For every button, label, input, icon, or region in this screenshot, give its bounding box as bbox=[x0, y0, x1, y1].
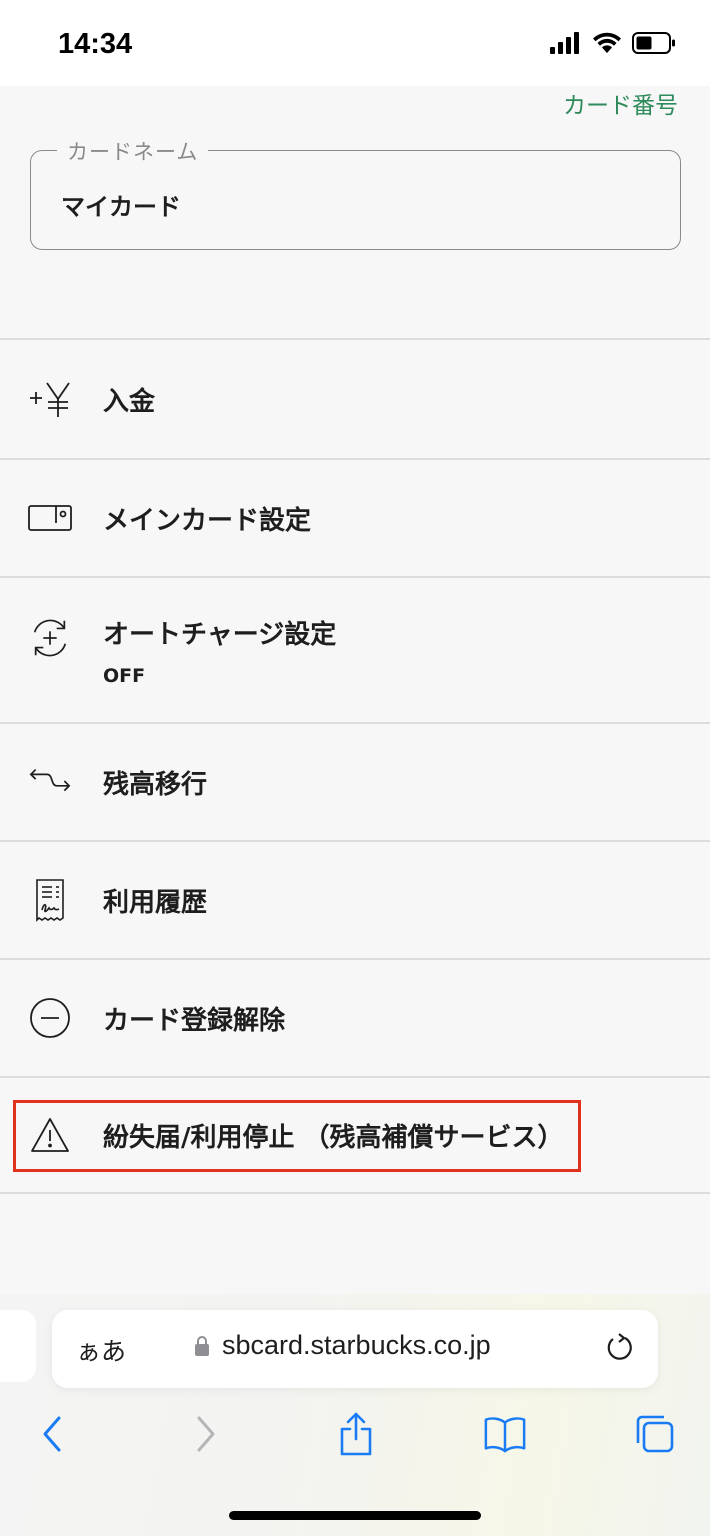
receipt-icon bbox=[28, 878, 72, 922]
browser-toolbar bbox=[0, 1404, 710, 1464]
cellular-signal-icon bbox=[550, 32, 579, 54]
tabs-icon[interactable] bbox=[633, 1412, 677, 1456]
status-icons bbox=[550, 32, 676, 54]
card-menu: 入金 メインカード設定 オートチャージ設定 OFF 残高移行 利用履歴 カード登… bbox=[0, 338, 710, 1194]
url-text: sbcard.starbucks.co.jp bbox=[222, 1330, 491, 1360]
share-icon[interactable] bbox=[334, 1412, 378, 1456]
reload-icon[interactable] bbox=[604, 1330, 636, 1368]
card-number-link[interactable]: カード番号 bbox=[563, 86, 678, 120]
transfer-arrows-icon bbox=[28, 760, 72, 804]
back-icon[interactable] bbox=[30, 1412, 74, 1456]
previous-tab-preview[interactable] bbox=[0, 1310, 36, 1382]
address-bar[interactable]: ぁあ sbcard.starbucks.co.jp bbox=[52, 1310, 658, 1388]
card-name-value: マイカード bbox=[61, 193, 181, 221]
menu-item-report-lost[interactable]: 紛失届/利用停止 （残高補償サービス） bbox=[0, 1076, 710, 1194]
menu-item-label: 入金 bbox=[103, 386, 156, 417]
wifi-icon bbox=[593, 32, 621, 53]
minus-circle-icon bbox=[28, 996, 72, 1040]
auto-charge-status: OFF bbox=[103, 665, 146, 687]
bookmarks-icon[interactable] bbox=[483, 1412, 527, 1456]
status-time: 14:34 bbox=[58, 28, 133, 60]
menu-item-label: 利用履歴 bbox=[103, 887, 208, 918]
menu-item-auto-charge[interactable]: オートチャージ設定 OFF bbox=[0, 576, 710, 722]
menu-item-usage-history[interactable]: 利用履歴 bbox=[0, 840, 710, 958]
menu-item-label: カード登録解除 bbox=[103, 1005, 286, 1036]
card-name-label: カードネーム bbox=[57, 136, 209, 166]
battery-icon bbox=[632, 32, 675, 54]
browser-bottom-bar: ぁあ sbcard.starbucks.co.jp bbox=[0, 1294, 710, 1536]
card-name-field[interactable]: カードネーム マイカード bbox=[30, 136, 681, 250]
menu-item-label: 残高移行 bbox=[103, 769, 208, 800]
auto-charge-icon bbox=[28, 616, 72, 660]
menu-item-label: オートチャージ設定 bbox=[103, 620, 337, 650]
menu-item-main-card[interactable]: メインカード設定 bbox=[0, 458, 710, 576]
home-indicator bbox=[229, 1511, 481, 1520]
menu-item-unregister-card[interactable]: カード登録解除 bbox=[0, 958, 710, 1076]
forward-icon[interactable] bbox=[184, 1412, 228, 1456]
lock-icon bbox=[194, 1335, 210, 1361]
yen-plus-icon bbox=[28, 377, 72, 421]
card-icon bbox=[28, 496, 72, 540]
menu-item-label: メインカード設定 bbox=[103, 505, 312, 536]
menu-item-label: 紛失届/利用停止 （残高補償サービス） bbox=[103, 1122, 564, 1153]
warning-icon bbox=[28, 1113, 72, 1157]
status-bar: 14:34 bbox=[0, 0, 710, 86]
page-settings-button[interactable]: ぁあ bbox=[76, 1332, 126, 1368]
menu-item-deposit[interactable]: 入金 bbox=[0, 338, 710, 458]
menu-item-balance-transfer[interactable]: 残高移行 bbox=[0, 722, 710, 840]
